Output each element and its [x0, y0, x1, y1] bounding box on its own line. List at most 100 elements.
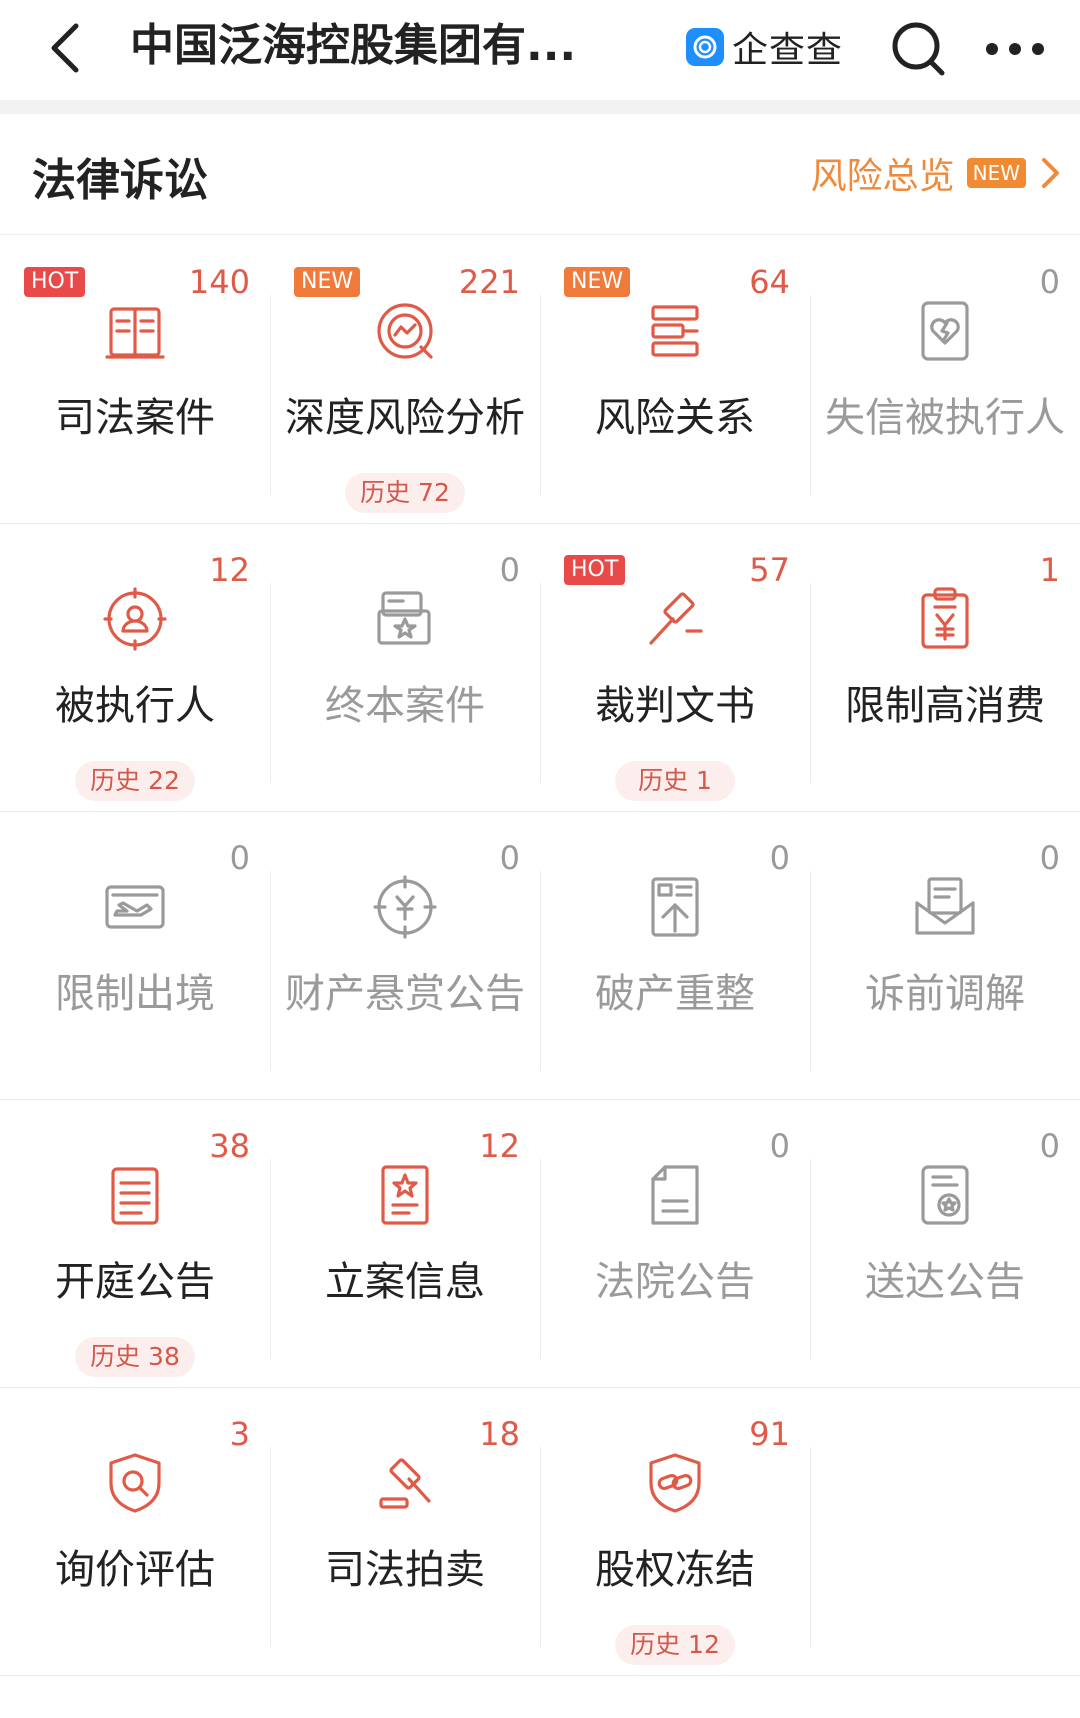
item-count: 57: [749, 551, 790, 589]
legal-item-7[interactable]: HOT 57 裁判文书历史 1: [540, 523, 810, 811]
item-label: 立案信息: [325, 1259, 485, 1305]
item-count: 0: [1039, 1127, 1060, 1165]
item-count: 0: [1039, 263, 1060, 301]
legal-item-4[interactable]: 0 失信被执行人: [810, 235, 1080, 523]
legal-item-3[interactable]: NEW 64 风险关系: [540, 235, 810, 523]
item-count: 91: [749, 1415, 790, 1453]
star-folder-icon: [377, 591, 431, 645]
item-label: 破产重整: [595, 971, 755, 1017]
item-label: 司法案件: [55, 395, 215, 441]
item-count: 38: [209, 1127, 250, 1165]
item-label: 限制高消费: [845, 683, 1045, 729]
legal-item-15[interactable]: 0 法院公告: [540, 1099, 810, 1387]
top-bar: 中国泛海控股集团有... 企查查: [0, 0, 1080, 96]
shield-link-icon: [649, 1453, 701, 1513]
company-title: 中国泛海控股集团有...: [130, 20, 577, 71]
legal-item-8[interactable]: 1 限制高消费: [810, 523, 1080, 811]
history-badge[interactable]: 历史 1: [615, 761, 735, 801]
yen-clipboard-icon: [921, 587, 969, 649]
risk-analysis-icon: [377, 303, 433, 359]
legal-item-2[interactable]: NEW 221 深度风险分析历史 72: [270, 235, 540, 523]
back-arrow-icon[interactable]: [38, 18, 98, 78]
brand-logo: 企查查: [686, 20, 843, 74]
item-label: 询价评估: [55, 1547, 215, 1593]
hot-badge: HOT: [564, 555, 626, 585]
history-badge[interactable]: 历史 38: [75, 1337, 195, 1377]
shield-search-icon: [109, 1453, 161, 1513]
item-count: 18: [479, 1415, 520, 1453]
risk-overview-link[interactable]: 风险总览 NEW: [811, 148, 1062, 198]
grid-row: 0 限制出境 0 财产悬赏公告 0 破产重整 0 诉前调解: [0, 811, 1080, 1100]
broken-heart-card-icon: [921, 301, 969, 361]
grid-row: HOT 140 司法案件 NEW 221 深度风险分析 历史 72 NEW 64 风险关系 0 失信被…: [0, 235, 1080, 524]
history-badge[interactable]: 历史 72: [345, 473, 465, 513]
bankrupt-doc-icon: [651, 877, 699, 937]
person-target-icon: [103, 587, 167, 651]
list-doc-icon: [111, 1167, 159, 1225]
item-label: 深度风险分析: [285, 395, 525, 441]
item-count: 0: [1039, 839, 1060, 877]
item-label: 送达公告: [865, 1259, 1025, 1305]
more-icon[interactable]: [980, 24, 1050, 74]
legal-item-19[interactable]: 91 股权冻结历史 12: [540, 1387, 810, 1675]
legal-item-11[interactable]: 0 破产重整: [540, 811, 810, 1099]
new-badge: NEW: [294, 267, 361, 297]
column-divider: [810, 1447, 811, 1647]
legal-item-10[interactable]: 0 财产悬赏公告: [270, 811, 540, 1099]
legal-item-12[interactable]: 0 诉前调解: [810, 811, 1080, 1099]
item-label: 裁判文书: [595, 683, 755, 729]
legal-item-17[interactable]: 3 询价评估: [0, 1387, 270, 1675]
item-label: 股权冻结: [595, 1547, 755, 1593]
item-count: 3: [229, 1415, 250, 1453]
hot-badge: HOT: [24, 267, 86, 297]
history-badge[interactable]: 历史 12: [615, 1625, 735, 1665]
item-label: 失信被执行人: [825, 395, 1065, 441]
new-badge: NEW: [564, 267, 631, 297]
item-label: 被执行人: [55, 683, 215, 729]
item-count: 64: [749, 263, 790, 301]
legal-item-14[interactable]: 12 立案信息: [270, 1099, 540, 1387]
legal-item-16[interactable]: 0 送达公告: [810, 1099, 1080, 1387]
item-label: 诉前调解: [865, 971, 1025, 1017]
grid-row: 3 询价评估 18 司法拍卖 91 股权冻结历史 12: [0, 1387, 1080, 1676]
plane-ticket-icon: [105, 885, 165, 929]
item-label: 开庭公告: [55, 1259, 215, 1305]
legal-item-1[interactable]: HOT 140 司法案件: [0, 235, 270, 523]
section-title: 法律诉讼: [32, 155, 208, 206]
star-doc-icon: [381, 1165, 429, 1225]
legal-item-6[interactable]: 0 终本案件: [270, 523, 540, 811]
item-count: 12: [479, 1127, 520, 1165]
chevron-right-icon: [1042, 158, 1059, 188]
item-count: 140: [188, 263, 250, 301]
yen-target-icon: [373, 875, 437, 939]
history-badge[interactable]: 历史 22: [75, 761, 195, 801]
legal-item-18[interactable]: 18 司法拍卖: [270, 1387, 540, 1675]
relation-icon: [651, 305, 699, 357]
item-count: 12: [209, 551, 250, 589]
grid-row: 38 开庭公告 历史 38 12 立案信息 0 法院公告 0 送达公告: [0, 1099, 1080, 1388]
item-label: 法院公告: [595, 1259, 755, 1305]
new-badge: NEW: [966, 158, 1026, 188]
gavel-icon: [649, 592, 703, 645]
legal-item-5[interactable]: 12 被执行人历史 22: [0, 523, 270, 811]
brand-name: 企查查: [732, 30, 844, 71]
item-count: 0: [769, 839, 790, 877]
book-icon: [105, 307, 165, 359]
seal-doc-icon: [921, 1165, 969, 1225]
item-count: 221: [458, 263, 520, 301]
item-label: 司法拍卖: [325, 1547, 485, 1593]
auction-hammer-icon: [379, 1458, 431, 1509]
item-label: 终本案件: [325, 683, 485, 729]
item-count: 0: [229, 839, 250, 877]
item-count: 1: [1039, 551, 1060, 589]
grid-row: 12 被执行人历史 22 0 终本案件 HOT 57 裁判文书历史 1 1 限制高消费: [0, 523, 1080, 812]
legal-item-13[interactable]: 38 开庭公告历史 38: [0, 1099, 270, 1387]
item-label: 财产悬赏公告: [285, 971, 525, 1017]
risk-overview-label: 风险总览: [810, 156, 955, 197]
mail-doc-icon: [915, 877, 975, 935]
item-count: 0: [499, 551, 520, 589]
section-header: 法律诉讼 风险总览 NEW: [0, 114, 1080, 235]
search-icon[interactable]: [888, 18, 950, 80]
item-label: 限制出境: [55, 971, 215, 1017]
legal-item-9[interactable]: 0 限制出境: [0, 811, 270, 1099]
